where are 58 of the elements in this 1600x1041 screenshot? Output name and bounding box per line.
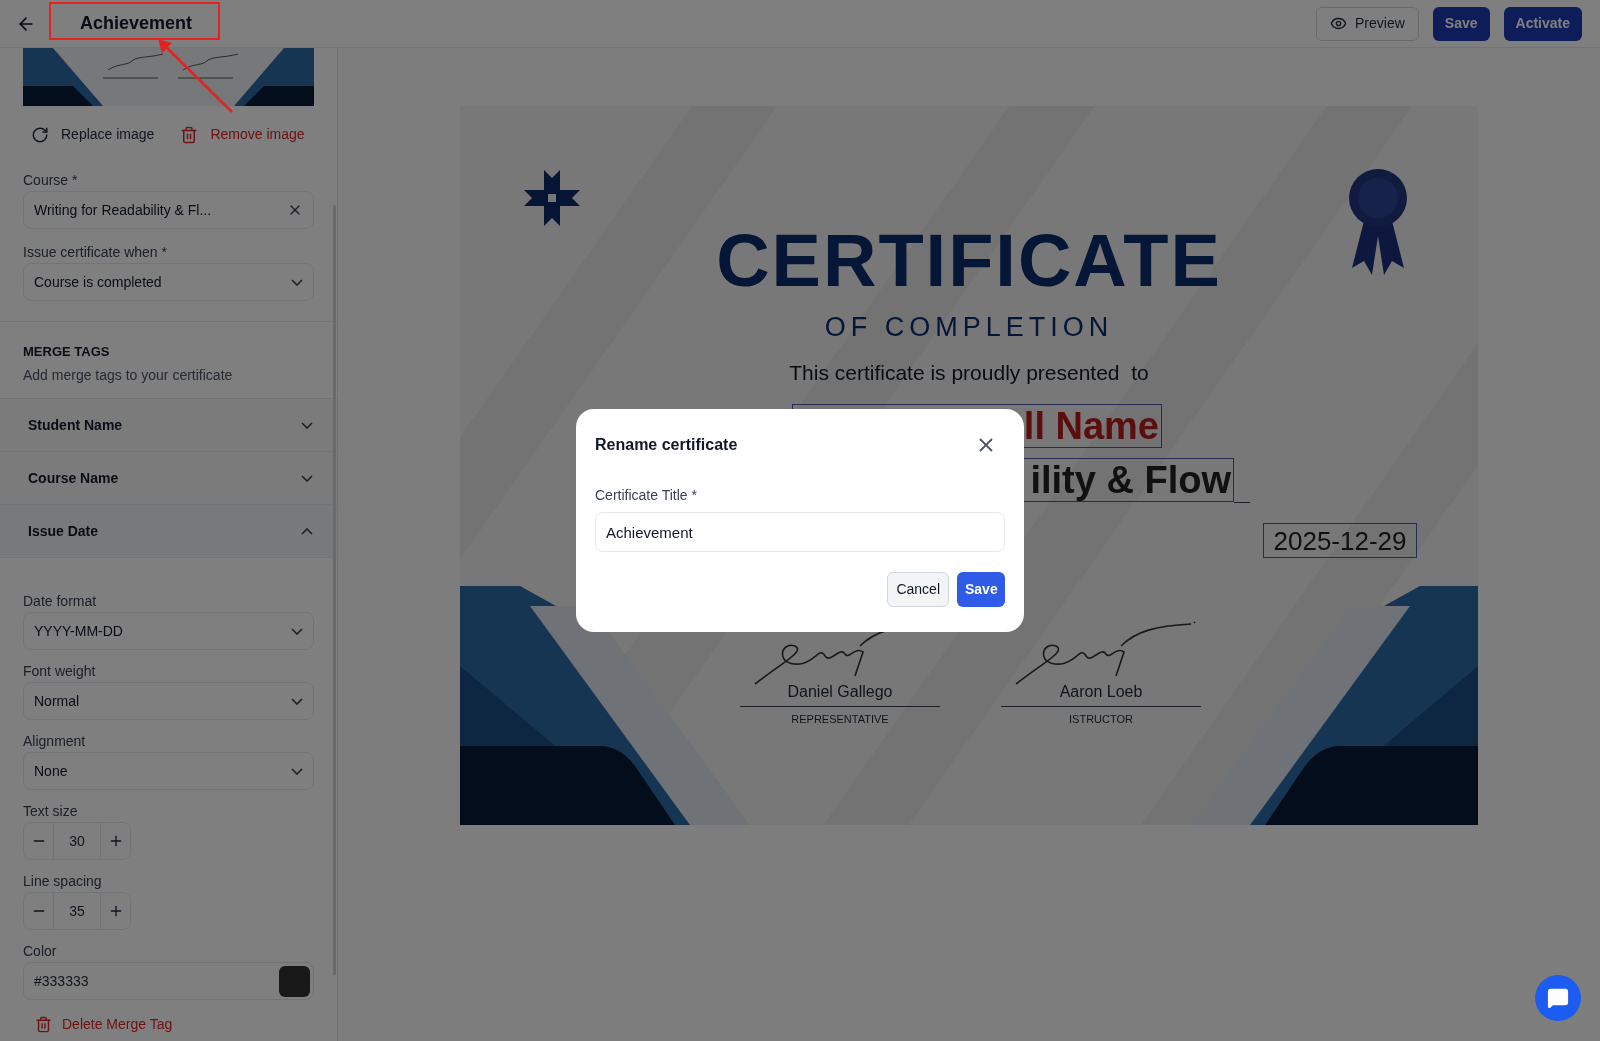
number-stepper[interactable]: 30 xyxy=(23,822,131,860)
save-button[interactable]: Save xyxy=(957,572,1005,607)
chevron-up-icon xyxy=(301,527,313,535)
dialog-title: Rename certificate xyxy=(595,435,738,455)
merge-tag-accordion[interactable]: Course Name xyxy=(0,451,337,504)
merge-tag-accordion[interactable]: Issue Date xyxy=(0,504,337,557)
signatory-role: ISTRUCTOR xyxy=(1069,714,1133,725)
select-field[interactable]: Course is completed xyxy=(23,263,314,301)
eye-icon xyxy=(1330,15,1348,32)
section-subtitle: Add merge tags to your certificate xyxy=(23,366,234,384)
signatory-role: REPRESENTATIVE xyxy=(791,714,889,725)
field-label: Course * xyxy=(23,171,78,189)
chat-icon xyxy=(1547,987,1569,1009)
field-label: Date format xyxy=(23,592,97,610)
certificate-title-input[interactable]: Achievement xyxy=(595,512,1005,552)
input-field[interactable]: Writing for Readability & Fl... xyxy=(23,191,314,229)
trash-icon xyxy=(35,1016,52,1033)
signatory-name: Daniel Gallego xyxy=(787,684,893,700)
color-swatch[interactable] xyxy=(279,965,310,997)
header-button[interactable]: Save xyxy=(1432,6,1490,41)
stepper-value: 30 xyxy=(68,831,86,851)
signatory-name: Aaron Loeb xyxy=(1059,684,1143,700)
header-button[interactable]: Activate xyxy=(1503,6,1582,41)
field-label: Certificate Title * xyxy=(595,486,697,505)
field-label: Text size xyxy=(23,802,78,820)
color-field[interactable]: #333333 xyxy=(23,962,314,1000)
presented-text: This certificate is proudly presented to xyxy=(789,362,1149,383)
certificate-title: CERTIFICATE xyxy=(716,224,1222,298)
certificate-subtitle: OF COMPLETION xyxy=(824,314,1114,341)
field-label: Line spacing xyxy=(23,872,102,890)
field-label: Alignment xyxy=(23,732,86,750)
remove-image-button[interactable]: Remove image xyxy=(180,124,305,145)
star-icon xyxy=(524,170,580,226)
chevron-down-icon xyxy=(301,421,313,429)
merge-tag-accordion[interactable]: Student Name xyxy=(0,398,337,451)
chevron-down-icon xyxy=(291,767,303,775)
chevron-down-icon xyxy=(301,474,313,482)
select-field[interactable]: Normal xyxy=(23,682,314,720)
certificate-title[interactable]: Achievement xyxy=(80,10,193,37)
refresh-icon xyxy=(31,125,49,144)
field-label: Issue certificate when * xyxy=(23,243,167,261)
chevron-down-icon xyxy=(291,627,303,635)
field-label: Font weight xyxy=(23,662,96,680)
chevron-down-icon xyxy=(291,697,303,705)
select-field[interactable]: YYYY-MM-DD xyxy=(23,612,314,650)
trash-icon xyxy=(180,125,199,144)
select-field[interactable]: None xyxy=(23,752,314,790)
delete-merge-tag-button[interactable]: Delete Merge Tag xyxy=(35,1014,314,1035)
number-stepper[interactable]: 35 xyxy=(23,892,131,930)
replace-image-button[interactable]: Replace image xyxy=(31,124,155,145)
chevron-down-icon xyxy=(291,278,303,286)
field-label: Color xyxy=(23,942,57,960)
cancel-button[interactable]: Cancel xyxy=(887,572,949,607)
section-title: MERGE TAGS xyxy=(23,344,111,360)
preview-button[interactable]: Preview xyxy=(1316,6,1419,41)
stepper-value: 35 xyxy=(68,901,86,921)
merge-tag-field[interactable]: 2025-12-29 xyxy=(1263,523,1417,558)
ribbon-icon xyxy=(1348,168,1408,275)
